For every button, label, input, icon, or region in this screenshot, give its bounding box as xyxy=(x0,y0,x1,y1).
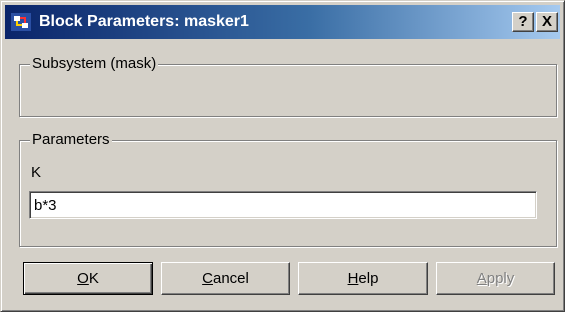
dialog-window: Block Parameters: masker1 ? X Subsystem … xyxy=(0,0,565,312)
ok-button[interactable]: OK xyxy=(23,262,153,295)
simulink-block-icon xyxy=(11,13,31,31)
cancel-mnemonic: C xyxy=(202,270,213,287)
help-label: elp xyxy=(358,270,379,287)
subsystem-mask-group: Subsystem (mask) xyxy=(19,55,557,117)
window-title: Block Parameters: masker1 xyxy=(39,13,249,30)
apply-mnemonic: A xyxy=(476,270,487,287)
apply-button[interactable]: Apply xyxy=(436,262,555,295)
apply-label: pply xyxy=(486,270,515,287)
k-input[interactable] xyxy=(29,191,537,219)
help-button[interactable]: Help xyxy=(298,262,428,295)
parameters-label: Parameters xyxy=(30,131,112,149)
title-bar[interactable]: Block Parameters: masker1 ? X xyxy=(5,5,560,39)
subsystem-mask-label: Subsystem (mask) xyxy=(30,55,159,73)
cancel-button[interactable]: Cancel xyxy=(161,262,290,295)
ok-label: K xyxy=(88,270,99,287)
cancel-label: ancel xyxy=(212,270,249,287)
ok-mnemonic: O xyxy=(77,270,89,287)
help-title-button[interactable]: ? xyxy=(512,12,534,32)
k-label: K xyxy=(31,164,42,181)
help-mnemonic: H xyxy=(347,270,359,287)
close-button[interactable]: X xyxy=(536,12,558,32)
